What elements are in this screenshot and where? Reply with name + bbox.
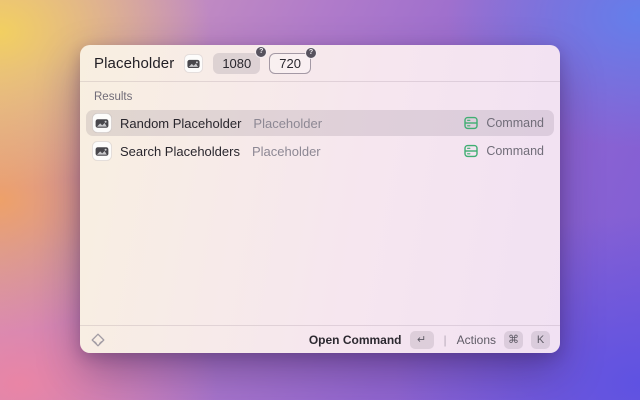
result-row-search-placeholders[interactable]: Search Placeholders Placeholder Command [86,138,554,164]
k-key-badge[interactable]: K [531,330,550,349]
argument-list: 1080 ? 720 ? [213,46,316,74]
actions-menu-label[interactable]: Actions [457,333,496,347]
command-window-icon [464,116,479,130]
command-window-icon [464,144,479,158]
argument-info-badge: ? [305,47,316,58]
argument-width-pill[interactable]: 1080 ? [213,46,267,74]
result-title: Search Placeholders [120,143,240,159]
search-bar[interactable]: Placeholder 1080 ? 720 ? [80,45,560,82]
placeholder-extension-icon [92,141,112,161]
result-title: Random Placeholder [120,115,242,131]
action-bar: Open Command ↵ | Actions ⌘ K [80,325,560,353]
result-type-label: Command [486,144,544,158]
placeholder-extension-icon [92,113,112,133]
result-type-label: Command [486,116,544,130]
argument-width-value: 1080 [222,55,252,71]
argument-height-pill[interactable]: 720 ? [269,47,316,74]
footer-divider: | [443,332,447,347]
placeholder-extension-icon [184,53,204,73]
search-query[interactable]: Placeholder [94,55,174,72]
results-panel: Results Random Placeholder Placeholder C… [80,82,560,325]
cmd-key-badge[interactable]: ⌘ [504,330,523,349]
return-key-badge[interactable]: ↵ [409,330,434,349]
results-header: Results [94,91,133,103]
primary-action-label[interactable]: Open Command [309,333,402,347]
result-subtitle: Placeholder [253,115,323,131]
argument-info-badge: ? [256,46,267,57]
argument-height-value: 720 [279,55,301,71]
raycast-diamond-icon [91,333,105,346]
result-row-random-placeholder[interactable]: Random Placeholder Placeholder Command [86,110,554,136]
result-subtitle: Placeholder [251,143,321,159]
launcher-window: Placeholder 1080 ? 720 ? Results Random … [80,45,560,353]
